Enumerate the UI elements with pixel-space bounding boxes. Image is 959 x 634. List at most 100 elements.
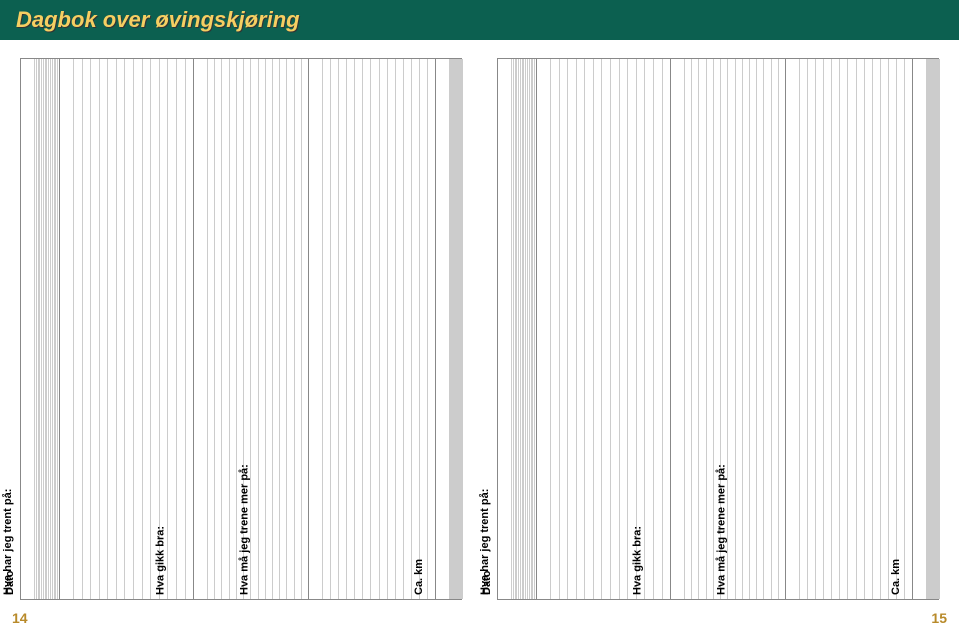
cells-trent[interactable] [74, 59, 193, 599]
col-header-label: Hva har jeg trent på: [1, 489, 13, 595]
table-cell[interactable] [743, 59, 750, 599]
table-cell[interactable] [125, 59, 134, 599]
table-cell[interactable] [396, 59, 404, 599]
table-cell[interactable] [280, 59, 287, 599]
table-cell[interactable] [736, 59, 743, 599]
table-cell[interactable] [287, 59, 294, 599]
table-cell[interactable] [380, 59, 388, 599]
table-cell[interactable] [620, 59, 629, 599]
table-cell[interactable] [585, 59, 594, 599]
table-cell[interactable] [208, 59, 215, 599]
table-cell[interactable] [628, 59, 637, 599]
table-cell[interactable] [560, 59, 569, 599]
table-cell[interactable] [347, 59, 355, 599]
table-cell[interactable] [388, 59, 396, 599]
table-cell[interactable] [371, 59, 379, 599]
table-cell[interactable] [222, 59, 229, 599]
table-cell[interactable] [816, 59, 824, 599]
table-cell[interactable] [637, 59, 646, 599]
cells-mer[interactable] [800, 59, 912, 599]
table-cell[interactable] [74, 59, 83, 599]
cells-trent[interactable] [551, 59, 670, 599]
table-cell[interactable] [363, 59, 371, 599]
table-cell[interactable] [750, 59, 757, 599]
col-header-bra: Hva gikk bra: [671, 59, 685, 599]
spread: Dato Hva har jeg trent på: [20, 58, 939, 600]
table-cell[interactable] [685, 59, 692, 599]
table-cell[interactable] [91, 59, 100, 599]
table-cell[interactable] [865, 59, 873, 599]
table-cell[interactable] [602, 59, 611, 599]
table-cell[interactable] [824, 59, 832, 599]
table-cell[interactable] [808, 59, 816, 599]
cells-dato[interactable] [35, 59, 59, 599]
table-cell[interactable] [462, 59, 463, 599]
table-cell[interactable] [323, 59, 331, 599]
table-cell[interactable] [905, 59, 912, 599]
table-cell[interactable] [939, 59, 940, 599]
table-cell[interactable] [302, 59, 308, 599]
table-cell[interactable] [83, 59, 92, 599]
table-cell[interactable] [832, 59, 840, 599]
table-cell[interactable] [764, 59, 771, 599]
table-cell[interactable] [251, 59, 258, 599]
table-cell[interactable] [100, 59, 109, 599]
table-cell[interactable] [772, 59, 779, 599]
table-cell[interactable] [295, 59, 302, 599]
table-cell[interactable] [848, 59, 856, 599]
table-cell[interactable] [428, 59, 435, 599]
table-cell[interactable] [654, 59, 663, 599]
cells-km[interactable] [450, 59, 463, 599]
table-cell[interactable] [800, 59, 808, 599]
table-cell[interactable] [117, 59, 126, 599]
table-cell[interactable] [151, 59, 160, 599]
table-cell[interactable] [699, 59, 706, 599]
table-cell[interactable] [331, 59, 339, 599]
table-cell[interactable] [339, 59, 347, 599]
table-cell[interactable] [779, 59, 785, 599]
table-cell[interactable] [168, 59, 177, 599]
table-cell[interactable] [186, 59, 194, 599]
table-cell[interactable] [108, 59, 117, 599]
table-cell[interactable] [594, 59, 603, 599]
table-cell[interactable] [889, 59, 897, 599]
table-cell[interactable] [857, 59, 865, 599]
table-cell[interactable] [58, 59, 59, 599]
table-cell[interactable] [177, 59, 186, 599]
table-cell[interactable] [881, 59, 889, 599]
table-cell[interactable] [645, 59, 654, 599]
table-cell[interactable] [134, 59, 143, 599]
table-cell[interactable] [355, 59, 363, 599]
table-cell[interactable] [420, 59, 428, 599]
table-cell[interactable] [707, 59, 714, 599]
col-header-dato: Dato [498, 59, 512, 599]
cells-bra[interactable] [208, 59, 308, 599]
table-cell[interactable] [551, 59, 560, 599]
table-cell[interactable] [611, 59, 620, 599]
table-cell[interactable] [897, 59, 905, 599]
table-cell[interactable] [259, 59, 266, 599]
cells-dato[interactable] [512, 59, 536, 599]
table-cell[interactable] [728, 59, 735, 599]
table-cell[interactable] [840, 59, 848, 599]
col-header-label: Hva gikk bra: [631, 526, 643, 595]
table-cell[interactable] [873, 59, 881, 599]
table-cell[interactable] [757, 59, 764, 599]
table-cell[interactable] [577, 59, 586, 599]
cells-mer[interactable] [323, 59, 435, 599]
page-title: Dagbok over øvingskjøring [16, 7, 300, 33]
table-cell[interactable] [273, 59, 280, 599]
table-cell[interactable] [143, 59, 152, 599]
table-cell[interactable] [404, 59, 412, 599]
table-cell[interactable] [412, 59, 420, 599]
cells-bra[interactable] [685, 59, 785, 599]
table-cell[interactable] [568, 59, 577, 599]
table-cell[interactable] [215, 59, 222, 599]
table-cell[interactable] [266, 59, 273, 599]
table-cell[interactable] [535, 59, 536, 599]
table-cell[interactable] [160, 59, 169, 599]
table-cell[interactable] [663, 59, 671, 599]
cells-km[interactable] [927, 59, 940, 599]
table-cell[interactable] [230, 59, 237, 599]
table-cell[interactable] [692, 59, 699, 599]
